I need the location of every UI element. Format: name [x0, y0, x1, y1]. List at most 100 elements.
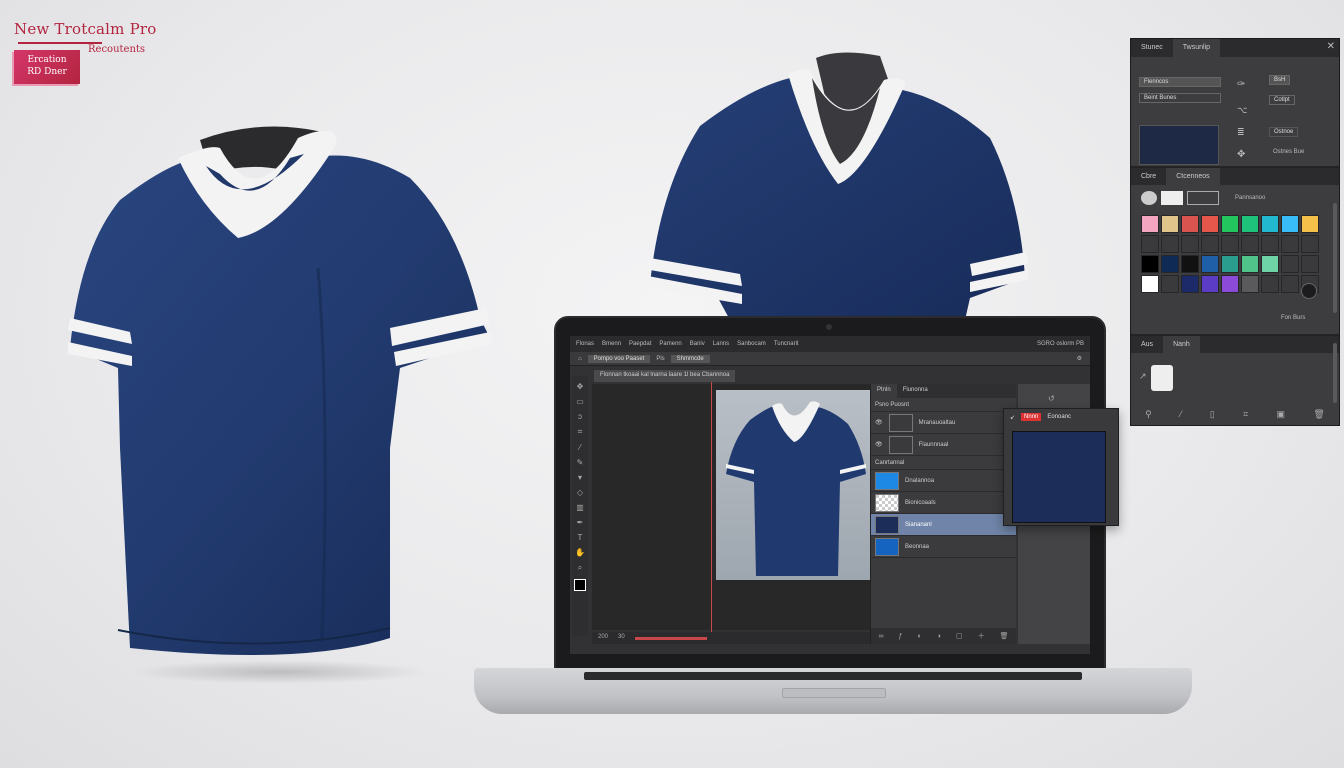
home-icon[interactable]: ⌂	[578, 356, 582, 362]
adjust-icon[interactable]: ⚲	[1145, 409, 1152, 420]
scrollbar[interactable]	[1333, 343, 1337, 403]
color-swatch[interactable]	[1261, 235, 1279, 253]
history-icon[interactable]: ↺	[1048, 394, 1055, 403]
new-layer-icon[interactable]: ＋	[978, 631, 985, 641]
swatch-bg-box[interactable]	[1187, 191, 1219, 205]
color-swatch[interactable]	[1181, 235, 1199, 253]
swatch-shape-icon[interactable]	[1141, 191, 1157, 205]
color-swatch[interactable]	[1281, 275, 1299, 293]
settings-icon[interactable]: ⚙	[1077, 355, 1082, 362]
crop-icon[interactable]: ⌗	[1243, 409, 1248, 420]
brush-icon[interactable]: ⁄	[1180, 409, 1182, 419]
layers-tab-1[interactable]: Flunonna	[897, 384, 934, 398]
color-swatch[interactable]	[1161, 255, 1179, 273]
pen-icon[interactable]: ✒	[577, 518, 584, 527]
panel-tab-1[interactable]: Twsunlip	[1172, 39, 1221, 57]
zoom-icon[interactable]: ⌕	[578, 563, 582, 573]
layer-row[interactable]: Canrtannal	[871, 456, 1016, 470]
color-swatch[interactable]	[1221, 275, 1239, 293]
marquee-icon[interactable]: ▭	[576, 397, 584, 406]
color-swatch[interactable]	[1141, 235, 1159, 253]
color-swatch[interactable]	[1201, 275, 1219, 293]
color-swatch[interactable]	[1281, 215, 1299, 233]
color-swatch[interactable]	[1161, 275, 1179, 293]
color-swatch[interactable]	[1241, 275, 1259, 293]
color-swatch[interactable]	[1161, 235, 1179, 253]
color-swatch[interactable]	[1181, 215, 1199, 233]
menu-item-3[interactable]: Pamenn	[659, 341, 681, 347]
brush-settings-icon[interactable]: ✥	[1237, 149, 1245, 160]
visibility-icon[interactable]: 👁	[875, 441, 883, 448]
swatch-fg-box[interactable]	[1161, 191, 1183, 205]
lasso-icon[interactable]: ↄ	[578, 412, 582, 421]
rect-icon[interactable]: ▣	[1277, 409, 1286, 420]
trash-icon[interactable]: 🗑	[1000, 632, 1009, 640]
layers-tab-0[interactable]: Ptnln	[871, 384, 897, 398]
panel-button-1[interactable]: Beint Bunes	[1139, 93, 1221, 103]
selected-color-swatch[interactable]	[1012, 431, 1106, 523]
move-icon[interactable]: ✥	[577, 382, 584, 391]
eraser-icon[interactable]: ◇	[577, 488, 583, 497]
panel-tab-0[interactable]: Stunec	[1131, 39, 1173, 57]
brush-icon[interactable]: ⌥	[1237, 105, 1247, 116]
mask-icon[interactable]: ◐	[917, 633, 921, 640]
artboard[interactable]	[716, 390, 872, 580]
layer-row[interactable]: Dnalannoa	[871, 470, 1016, 492]
color-swatch[interactable]	[1141, 275, 1159, 293]
layer-row[interactable]: 👁 Mranauoaltau	[871, 412, 1016, 434]
gradient-icon[interactable]: ▥	[576, 503, 584, 512]
crop-icon[interactable]: ⌗	[578, 427, 583, 437]
color-swatch[interactable]	[1241, 255, 1259, 273]
menu-item-5[interactable]: Lanns	[713, 341, 729, 347]
menu-item-4[interactable]: Baniv	[690, 341, 705, 347]
options-mode-field[interactable]: Shmmcde	[670, 354, 710, 363]
guide-line[interactable]	[711, 382, 712, 632]
color-swatch[interactable]	[1261, 255, 1279, 273]
color-swatch[interactable]	[1301, 255, 1319, 273]
color-swatch[interactable]	[1181, 255, 1199, 273]
color-swatch[interactable]	[1161, 215, 1179, 233]
brush-preview[interactable]	[1139, 125, 1219, 165]
color-swatch[interactable]	[1221, 215, 1239, 233]
close-icon[interactable]: ✕	[1327, 41, 1335, 52]
scrollbar[interactable]	[1333, 203, 1337, 313]
stamp-icon[interactable]: ▾	[578, 473, 582, 482]
panel-label-1[interactable]: Cotlpt	[1269, 95, 1295, 105]
stamp-icon[interactable]: ≣	[1237, 127, 1245, 138]
color-swatch[interactable]	[1141, 255, 1159, 273]
color-swatch[interactable]	[1301, 235, 1319, 253]
brush-icon[interactable]: ✎	[577, 458, 584, 467]
layer-row[interactable]: Beonnaa	[871, 536, 1016, 558]
panel-tab-5[interactable]: Nanh	[1163, 336, 1200, 353]
color-swatch[interactable]	[1281, 255, 1299, 273]
color-swatch[interactable]	[1201, 255, 1219, 273]
panel-tab-4[interactable]: Aus	[1131, 336, 1163, 353]
color-swatch[interactable]	[1221, 235, 1239, 253]
options-preset-field[interactable]: Pompo voo Paaset	[587, 354, 651, 363]
type-icon[interactable]: T	[578, 533, 583, 542]
menu-item-6[interactable]: Sanbocam	[737, 341, 766, 347]
eyedropper-icon[interactable]	[1301, 283, 1317, 299]
fx-icon[interactable]: ƒ	[899, 633, 903, 640]
hand-icon[interactable]: ✋	[575, 548, 585, 557]
color-swatch[interactable]	[1181, 275, 1199, 293]
color-swatch[interactable]	[1221, 255, 1239, 273]
popup-label-2[interactable]: Eonoanc	[1047, 414, 1071, 420]
color-swatch[interactable]	[1141, 215, 1159, 233]
adjustment-icon[interactable]: ◑	[937, 633, 941, 640]
pen-icon[interactable]: ✑	[1237, 79, 1245, 90]
color-swatch[interactable]	[1241, 215, 1259, 233]
menu-item-0[interactable]: Flonas	[576, 341, 594, 347]
arrow-icon[interactable]: ↗	[1139, 371, 1147, 382]
popup-icon[interactable]: ↙	[1010, 414, 1015, 421]
eyedropper-icon[interactable]: ⁄	[579, 443, 580, 452]
color-swatch[interactable]	[1201, 235, 1219, 253]
layer-row-selected[interactable]: Sianananl	[871, 514, 1016, 536]
color-swatch[interactable]	[1201, 215, 1219, 233]
folder-icon[interactable]: ▢	[956, 632, 963, 640]
popup-label-1[interactable]: Nnnn	[1021, 413, 1042, 421]
document-tab[interactable]: Flonnan tkoaai kal lnarna laare 1l bea C…	[594, 370, 736, 382]
pattern-thumb[interactable]	[1151, 365, 1173, 391]
panel-button-0[interactable]: Flenncos	[1139, 77, 1221, 87]
trash-icon[interactable]: 🗑	[1313, 409, 1324, 420]
